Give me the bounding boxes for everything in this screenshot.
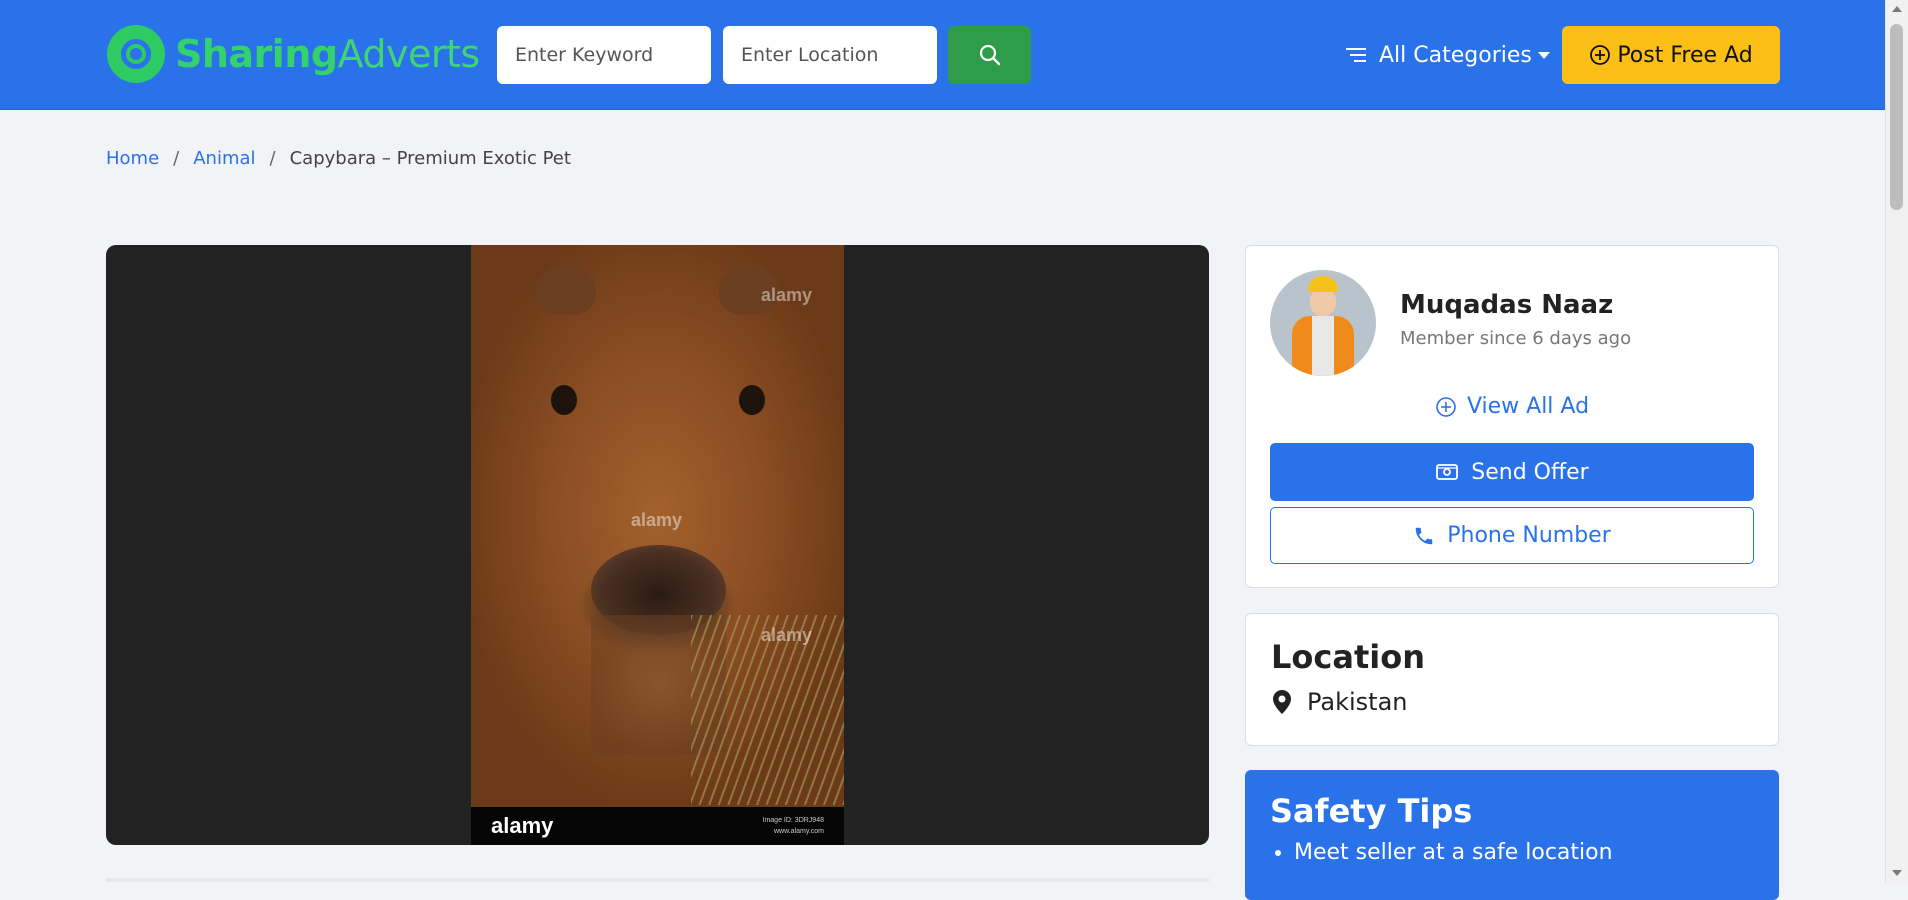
logo-text-part2: Adverts (337, 32, 481, 76)
photo-eye-right (739, 385, 765, 415)
photo-image-id: Image ID: 3DRJ948 (762, 817, 824, 824)
photo-credit-brand: alamy (491, 813, 554, 838)
photo-watermark: alamy (631, 510, 683, 530)
member-since: Member since 6 days ago (1400, 328, 1632, 349)
post-free-ad-button[interactable]: Post Free Ad (1562, 26, 1780, 84)
breadcrumb: Home / Animal / Capybara – Premium Exoti… (106, 148, 571, 169)
location-country: Pakistan (1307, 688, 1408, 716)
plus-circle-icon (1590, 45, 1611, 65)
avatar-face (1310, 288, 1336, 316)
site-logo[interactable]: SharingAdverts (107, 24, 480, 84)
plus-circle-icon (1436, 396, 1456, 417)
send-offer-button[interactable]: Send Offer (1270, 443, 1754, 501)
capybara-photo[interactable]: alamy alamy alamy alamy Image ID: 3DRJ94… (471, 245, 844, 845)
avatar-helmet (1308, 276, 1338, 292)
scroll-down-arrow-icon[interactable] (1892, 870, 1902, 876)
photo-eye-left (551, 385, 577, 415)
map-pin-icon (1273, 690, 1291, 714)
seller-name: Muqadas Naaz (1400, 290, 1614, 320)
view-all-ad-label: View All Ad (1466, 394, 1590, 419)
safety-tips-list: Meet seller at a safe location (1270, 840, 1613, 865)
breadcrumb-animal[interactable]: Animal (193, 148, 255, 169)
search-icon (979, 44, 1000, 66)
keyword-input[interactable] (497, 26, 711, 84)
photo-site: www.alamy.com (773, 828, 824, 835)
all-categories-label: All Categories (1379, 42, 1532, 68)
all-categories-dropdown[interactable]: All Categories (1345, 38, 1550, 72)
breadcrumb-separator: / (173, 148, 180, 169)
safety-tip-item: Meet seller at a safe location (1294, 840, 1613, 865)
phone-number-label: Phone Number (1447, 523, 1611, 548)
avatar-shirt (1312, 316, 1334, 376)
photo-watermark: alamy (761, 625, 813, 645)
chevron-down-icon (1537, 51, 1550, 59)
breadcrumb-current: Capybara – Premium Exotic Pet (289, 148, 571, 169)
location-input[interactable] (723, 26, 937, 84)
safety-tips-title: Safety Tips (1270, 792, 1473, 830)
location-value: Pakistan (1271, 688, 1408, 716)
logo-text: SharingAdverts (175, 32, 480, 76)
safety-tips-card: Safety Tips Meet seller at a safe locati… (1245, 770, 1779, 900)
cash-icon (1436, 464, 1459, 480)
page-scrollbar[interactable] (1885, 0, 1908, 882)
content-divider (106, 878, 1209, 882)
avatar[interactable] (1270, 270, 1376, 376)
location-card: Location Pakistan (1245, 613, 1779, 746)
scroll-up-arrow-icon[interactable] (1892, 6, 1902, 12)
menu-lines-icon (1346, 48, 1366, 62)
logo-text-part1: Sharing (175, 32, 338, 76)
location-title: Location (1271, 638, 1425, 676)
post-free-ad-label: Post Free Ad (1617, 42, 1753, 68)
scrollbar-thumb[interactable] (1890, 24, 1903, 210)
breadcrumb-separator: / (269, 148, 276, 169)
top-navbar: SharingAdverts All Categories Post Free … (0, 0, 1886, 110)
breadcrumb-home[interactable]: Home (106, 148, 159, 169)
logo-icon (107, 25, 165, 83)
ad-image-gallery[interactable]: alamy alamy alamy alamy Image ID: 3DRJ94… (106, 245, 1209, 845)
send-offer-label: Send Offer (1471, 459, 1589, 485)
photo-ear-left (536, 265, 596, 315)
seller-card: Muqadas Naaz Member since 6 days ago Vie… (1245, 245, 1779, 588)
photo-credit-id: Image ID: 3DRJ948 www.alamy.com (763, 815, 824, 837)
phone-number-button[interactable]: Phone Number (1270, 507, 1754, 564)
photo-credit-strip: alamy Image ID: 3DRJ948 www.alamy.com (471, 807, 844, 845)
view-all-ad-link[interactable]: View All Ad (1246, 394, 1778, 419)
search-button[interactable] (948, 26, 1031, 84)
photo-watermark: alamy (761, 285, 813, 305)
phone-icon (1415, 527, 1433, 544)
